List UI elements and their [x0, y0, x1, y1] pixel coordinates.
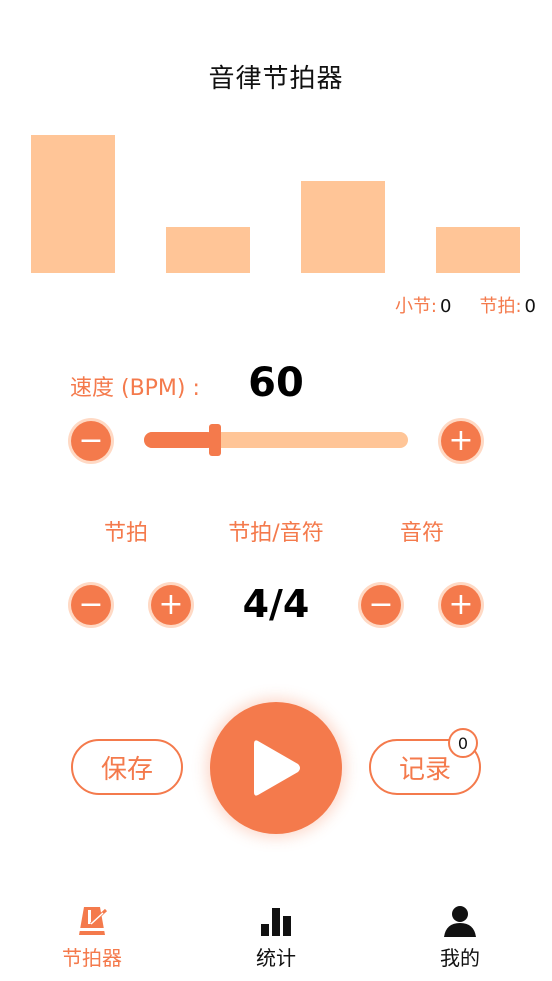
beat-counters: 小节: 0 节拍: 0	[395, 292, 536, 318]
measure-counter: 小节: 0	[395, 292, 452, 318]
beat-label: 节拍:	[479, 296, 522, 317]
metronome-icon	[79, 907, 108, 935]
beats-decrease-button[interactable]: −	[71, 585, 111, 625]
record-button-label: 记录	[398, 754, 451, 785]
nav-item-metronome[interactable]: 节拍器	[32, 904, 152, 971]
bpm-slider[interactable]	[144, 424, 408, 456]
measure-value: 0	[440, 296, 452, 317]
note-increase-button[interactable]: +	[441, 585, 481, 625]
nav-label-profile: 我的	[440, 946, 480, 970]
bpm-increase-button[interactable]: +	[441, 421, 481, 461]
note-decrease-button[interactable]: −	[361, 585, 401, 625]
save-button-label: 保存	[100, 754, 153, 785]
record-count-badge: 0	[448, 728, 478, 758]
plus-icon: +	[448, 587, 474, 622]
beat-value: 0	[524, 296, 536, 317]
save-button[interactable]: 保存	[71, 739, 183, 795]
minus-icon: −	[78, 587, 104, 622]
nav-label-stats: 统计	[256, 946, 296, 970]
nav-item-profile[interactable]: 我的	[400, 904, 520, 971]
beat-bar-4	[436, 227, 520, 273]
beat-bar-3	[301, 181, 385, 273]
bar-chart-icon	[261, 908, 291, 936]
beat-bar-2	[166, 227, 250, 273]
beat-counter: 节拍: 0	[479, 292, 536, 318]
minus-icon: −	[78, 423, 104, 458]
note-label: 音符	[399, 521, 444, 546]
bpm-slider-fill	[144, 432, 215, 448]
plus-icon: +	[448, 423, 474, 458]
page-title: 音律节拍器	[208, 64, 344, 94]
minus-icon: −	[368, 587, 394, 622]
bpm-decrease-button[interactable]: −	[71, 421, 111, 461]
play-icon	[254, 740, 300, 796]
nav-label-metronome: 节拍器	[62, 946, 122, 970]
beats-increase-button[interactable]: +	[151, 585, 191, 625]
bpm-value: 60	[248, 360, 304, 406]
person-icon	[444, 906, 476, 937]
bpm-slider-thumb[interactable]	[209, 424, 221, 456]
plus-icon: +	[158, 587, 184, 622]
play-button[interactable]	[210, 702, 342, 834]
measure-label: 小节:	[394, 296, 438, 317]
time-signature-value: 4/4	[242, 582, 310, 626]
beats-label: 节拍	[103, 521, 148, 546]
beat-bar-1	[31, 135, 115, 273]
bpm-label: 速度 (BPM) :	[70, 376, 200, 401]
nav-item-stats[interactable]: 统计	[216, 904, 336, 971]
time-signature-label: 节拍/音符	[228, 521, 324, 546]
